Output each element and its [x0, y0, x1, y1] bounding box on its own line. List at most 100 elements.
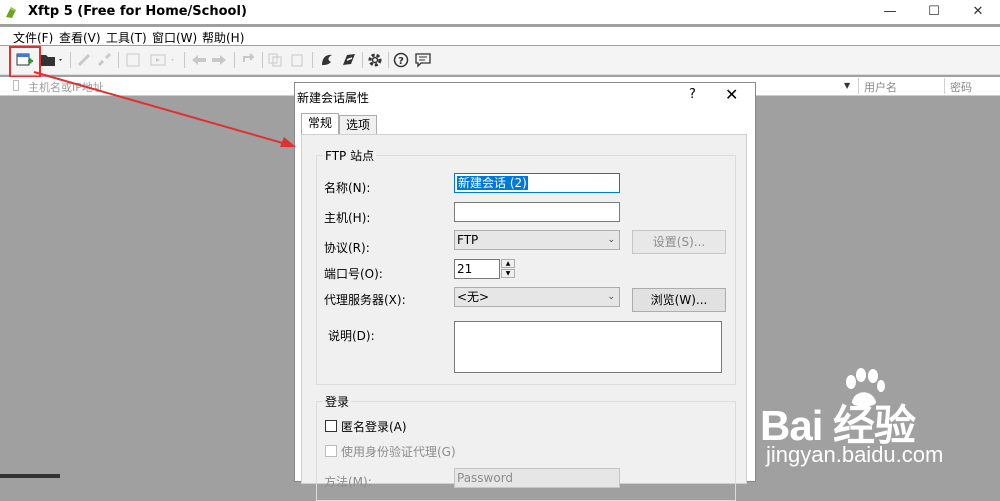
protocol-value: FTP — [457, 233, 479, 247]
dialog-tabs: 常规 选项 — [295, 113, 755, 135]
options-button[interactable] — [366, 50, 384, 70]
toolbar-separator — [234, 52, 235, 68]
xftp-button[interactable] — [340, 50, 358, 70]
connect-icon — [77, 53, 91, 67]
menu-view[interactable]: 查看(V) — [59, 29, 101, 46]
copy-button[interactable] — [266, 50, 284, 70]
back-button[interactable] — [190, 50, 208, 70]
paste-icon — [291, 54, 303, 67]
port-label: 端口号(O): — [324, 267, 383, 281]
xftp-logo-icon — [6, 7, 16, 18]
xftp-icon — [343, 54, 355, 65]
method-label: 方法(M): — [324, 475, 372, 489]
column-separator — [944, 78, 945, 94]
anonymous-login-checkbox[interactable] — [325, 420, 337, 432]
minimize-button[interactable]: — — [868, 0, 912, 24]
protocol-label: 协议(R): — [324, 241, 370, 255]
svg-text:?: ? — [398, 56, 404, 67]
proxy-select[interactable]: <无> ⌄ — [454, 287, 620, 307]
feedback-button[interactable] — [414, 50, 432, 70]
xshell-button[interactable] — [318, 50, 336, 70]
window-title: Xftp 5 (Free for Home/School) — [28, 4, 247, 19]
connect-button[interactable] — [76, 50, 94, 70]
dialog-close-button[interactable]: ✕ — [725, 85, 738, 104]
transfer-icon — [150, 54, 174, 66]
menu-file[interactable]: 文件(F) — [13, 29, 53, 46]
method-value: Password — [457, 471, 514, 485]
help-icon: ? — [393, 52, 409, 68]
port-input[interactable]: 21 — [454, 259, 500, 279]
name-label: 名称(N): — [324, 181, 371, 195]
arrow-right-icon — [212, 55, 226, 65]
properties-button[interactable] — [124, 50, 142, 70]
stepper-up-icon[interactable]: ▲ — [501, 259, 515, 268]
chevron-down-icon: ⌄ — [607, 235, 615, 245]
maximize-button[interactable]: ☐ — [912, 0, 956, 24]
copy-icon — [268, 53, 282, 67]
transfer-button[interactable] — [148, 50, 180, 70]
title-bar: Xftp 5 (Free for Home/School) — ☐ ✕ — [0, 0, 1000, 24]
login-group-title: 登录 — [323, 393, 352, 410]
new-session-dialog: 新建会话属性 ? ✕ 常规 选项 FTP 站点 名称(N): 新建会话 (2) … — [294, 82, 756, 501]
column-separator — [858, 78, 859, 94]
auth-agent-label[interactable]: 使用身份验证代理(G) — [341, 443, 456, 460]
proxy-label: 代理服务器(X): — [324, 293, 406, 307]
chat-bubble-icon — [415, 53, 431, 68]
port-stepper[interactable]: ▲ ▼ — [501, 259, 515, 279]
host-label: 主机(H): — [324, 211, 371, 225]
auth-agent-checkbox[interactable] — [325, 445, 337, 457]
name-input[interactable]: 新建会话 (2) — [454, 173, 620, 193]
xshell-icon — [322, 54, 332, 65]
password-column[interactable]: 密码 — [950, 79, 972, 95]
toolbar-separator — [312, 52, 313, 68]
menu-bar: 文件(F) 查看(V) 工具(T) 窗口(W) 帮助(H) — [0, 27, 1000, 45]
new-session-highlight — [9, 46, 41, 78]
description-label: 说明(D): — [328, 329, 375, 343]
ftp-site-group-title: FTP 站点 — [323, 147, 377, 164]
arrow-left-icon — [192, 55, 206, 65]
anonymous-login-label[interactable]: 匿名登录(A) — [341, 418, 407, 435]
toolbar-separator — [262, 52, 263, 68]
paste-button[interactable] — [288, 50, 306, 70]
toolbar-separator — [362, 52, 363, 68]
disconnect-icon — [97, 53, 112, 67]
description-textarea[interactable] — [454, 321, 722, 373]
help-button[interactable]: ? — [392, 50, 410, 70]
sync-icon — [243, 53, 255, 62]
proxy-value: <无> — [457, 290, 490, 304]
address-dropdown-icon[interactable]: ▼ — [844, 81, 850, 90]
general-tab-panel: FTP 站点 名称(N): 新建会话 (2) 主机(H): 协议(R): FTP… — [301, 134, 747, 501]
disconnect-button[interactable] — [96, 50, 114, 70]
menu-help[interactable]: 帮助(H) — [202, 29, 244, 46]
protocol-select[interactable]: FTP ⌄ — [454, 230, 620, 250]
toolbar-separator — [118, 52, 119, 68]
address-input[interactable]: 主机名或IP地址 — [28, 79, 104, 95]
toolbar-separator — [388, 52, 389, 68]
gear-icon — [368, 53, 382, 67]
tab-options[interactable]: 选项 — [339, 115, 378, 135]
dialog-title: 新建会话属性 — [297, 91, 370, 105]
host-input[interactable] — [454, 202, 620, 222]
stepper-down-icon[interactable]: ▼ — [501, 269, 515, 278]
sync-button[interactable] — [240, 50, 258, 70]
watermark-url: jingyan.baidu.com — [766, 442, 944, 467]
forward-button[interactable] — [210, 50, 228, 70]
name-value: 新建会话 (2) — [457, 176, 528, 190]
method-select[interactable]: Password — [454, 468, 620, 488]
tab-general[interactable]: 常规 — [301, 113, 340, 135]
status-strip — [0, 474, 60, 478]
menu-window[interactable]: 窗口(W) — [152, 29, 197, 46]
toolbar: ? — [0, 46, 1000, 75]
dialog-help-button[interactable]: ? — [689, 87, 696, 102]
folder-open-icon — [41, 55, 62, 66]
address-grip-icon — [13, 80, 19, 91]
browse-button[interactable]: 浏览(W)... — [632, 288, 726, 312]
open-session-button[interactable] — [38, 50, 66, 70]
close-button[interactable]: ✕ — [956, 0, 1000, 24]
toolbar-separator — [184, 52, 185, 68]
toolbar-separator — [70, 52, 71, 68]
username-column[interactable]: 用户名 — [864, 79, 897, 95]
settings-button[interactable]: 设置(S)... — [632, 230, 726, 254]
menu-tools[interactable]: 工具(T) — [106, 29, 147, 46]
properties-icon — [126, 53, 140, 67]
